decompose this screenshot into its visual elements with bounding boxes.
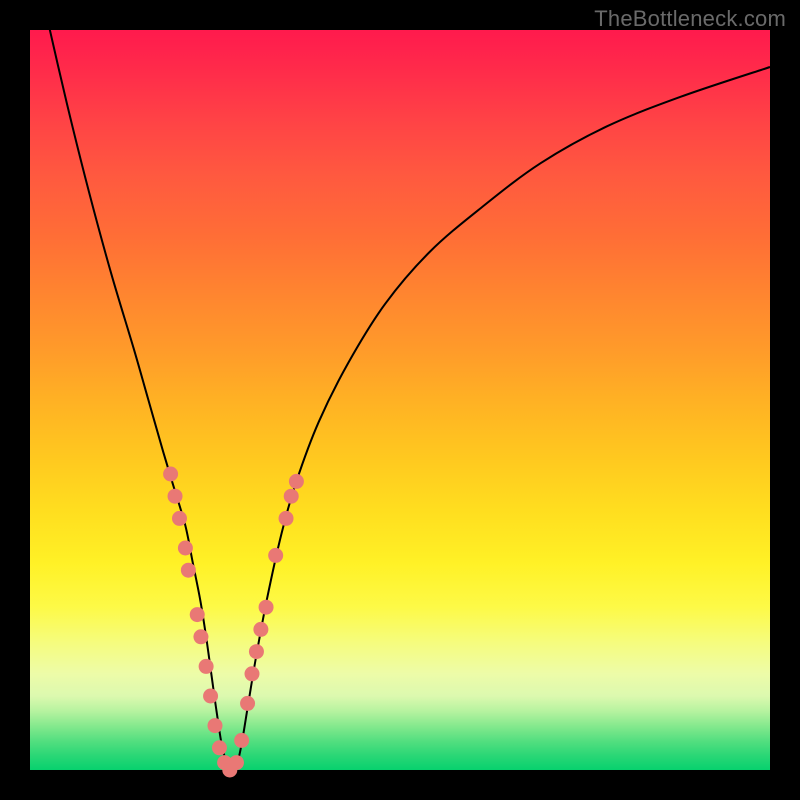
data-point — [172, 511, 187, 526]
plot-area — [30, 30, 770, 770]
data-point — [240, 696, 255, 711]
data-point — [268, 548, 283, 563]
data-point — [212, 740, 227, 755]
data-point — [245, 666, 260, 681]
data-point — [181, 563, 196, 578]
data-markers — [163, 467, 304, 778]
data-point — [203, 689, 218, 704]
data-point — [289, 474, 304, 489]
data-point — [178, 541, 193, 556]
data-point — [199, 659, 214, 674]
watermark-text: TheBottleneck.com — [594, 6, 786, 32]
data-point — [284, 489, 299, 504]
chart-frame: TheBottleneck.com — [0, 0, 800, 800]
bottleneck-curve — [45, 8, 770, 773]
data-point — [253, 622, 268, 637]
chart-svg — [30, 30, 770, 770]
data-point — [249, 644, 264, 659]
data-point — [163, 467, 178, 482]
data-point — [234, 733, 249, 748]
data-point — [279, 511, 294, 526]
data-point — [193, 629, 208, 644]
data-point — [229, 755, 244, 770]
data-point — [190, 607, 205, 622]
data-point — [259, 600, 274, 615]
data-point — [208, 718, 223, 733]
data-point — [168, 489, 183, 504]
